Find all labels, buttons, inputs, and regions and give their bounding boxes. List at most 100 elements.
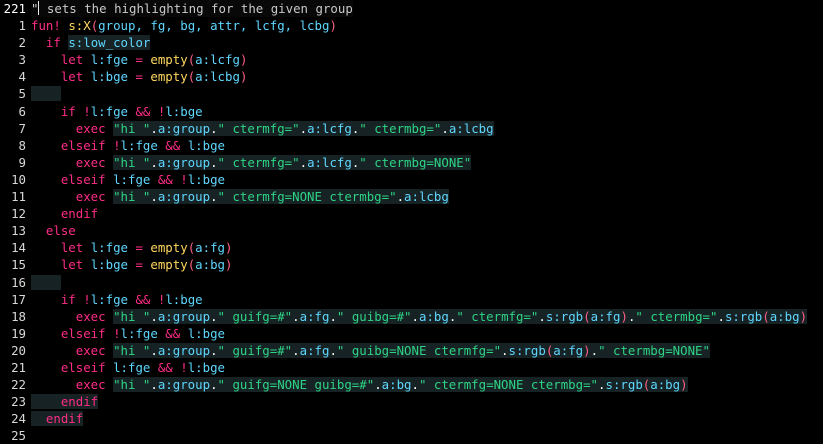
- code-token: l:bge: [187, 137, 225, 153]
- code-token: elseif: [31, 359, 114, 375]
- code-text[interactable]: endif: [31, 410, 84, 427]
- code-text[interactable]: exec "hi ".a:group." ctermfg=".a:lcfg." …: [31, 154, 472, 171]
- code-token: .: [150, 154, 158, 170]
- code-token: .: [441, 120, 449, 136]
- code-line[interactable]: 21 elseif l:fge && !l:bge: [0, 359, 823, 376]
- line-number: 13: [11, 223, 26, 239]
- line-number: 25: [11, 428, 26, 444]
- code-line[interactable]: 11 exec "hi ".a:group." ctermfg=NONE cte…: [0, 188, 823, 205]
- code-token: a:fg: [553, 342, 584, 358]
- line-number: 8: [18, 137, 26, 153]
- code-line[interactable]: 6 if !l:fge && !l:bge: [0, 103, 823, 120]
- code-token: l:bge: [187, 171, 225, 187]
- code-token: ): [225, 240, 233, 256]
- code-text[interactable]: [31, 274, 61, 291]
- code-token: .: [150, 342, 158, 358]
- code-token: l:bge: [90, 69, 128, 85]
- code-token: .: [396, 189, 405, 205]
- code-text[interactable]: elseif !l:fge && l:bge: [31, 325, 225, 342]
- code-token: .: [299, 154, 308, 170]
- code-text[interactable]: let l:bge = empty(a:bg): [31, 256, 233, 273]
- line-number: 7: [18, 120, 26, 136]
- line-number: 3: [18, 52, 26, 68]
- code-token: " ctermbg=NONE": [359, 154, 472, 170]
- code-text[interactable]: exec "hi ".a:group." guifg=#".a:fg." gui…: [31, 308, 808, 325]
- code-token: [31, 86, 61, 102]
- code-line[interactable]: 13 else: [0, 222, 823, 239]
- code-line[interactable]: 24 endif: [0, 410, 823, 427]
- code-token: elseif: [31, 325, 114, 341]
- code-token: fun!: [31, 18, 69, 34]
- line-number: 20: [11, 342, 26, 358]
- code-text[interactable]: exec "hi ".a:group." ctermfg=".a:lcfg." …: [31, 120, 494, 137]
- code-line[interactable]: 18 exec "hi ".a:group." guifg=#".a:fg." …: [0, 308, 823, 325]
- code-token: l:fge: [113, 171, 151, 187]
- code-token: a:lcbg: [195, 69, 240, 85]
- code-token: .: [150, 189, 158, 205]
- code-line[interactable]: 16: [0, 274, 823, 291]
- code-line[interactable]: 14 let l:fge = empty(a:fg): [0, 239, 823, 256]
- code-token: " ctermfg=NONE ctermbg=": [217, 189, 397, 205]
- code-text[interactable]: let l:bge = empty(a:lcbg): [31, 68, 248, 85]
- code-line[interactable]: 5: [0, 85, 823, 102]
- code-text[interactable]: elseif l:fge && !l:bge: [31, 359, 225, 376]
- code-text[interactable]: if !l:fge && !l:bge: [31, 291, 203, 308]
- code-text[interactable]: if s:low_color: [31, 34, 151, 51]
- code-editor[interactable]: 221 " sets the highlighting for the given…: [0, 0, 823, 443]
- code-line[interactable]: 20 exec "hi ".a:group." guifg=#".a:fg." …: [0, 342, 823, 359]
- code-line[interactable]: 8 elseif !l:fge && l:bge: [0, 137, 823, 154]
- code-text[interactable]: [31, 85, 61, 102]
- code-token: l:fge: [120, 325, 158, 341]
- code-token: &&: [128, 103, 158, 119]
- code-token: a:group: [157, 377, 211, 393]
- code-token: !: [180, 171, 188, 187]
- code-line[interactable]: 1 fun! s:X(group, fg, bg, attr, lcfg, lcb…: [0, 17, 823, 34]
- code-text[interactable]: elseif !l:fge && l:bge: [31, 137, 225, 154]
- code-token: " ctermfg=NONE ctermbg=": [418, 377, 599, 393]
- code-text[interactable]: endif: [31, 393, 99, 410]
- code-text[interactable]: let l:fge = empty(a:lcfg): [31, 51, 248, 68]
- code-text[interactable]: endif: [31, 205, 98, 222]
- code-token: " ctermfg=": [456, 308, 539, 324]
- code-text[interactable]: exec "hi ".a:group." ctermfg=NONE ctermb…: [31, 188, 449, 205]
- code-line[interactable]: 22 exec "hi ".a:group." guifg=NONE guibg…: [0, 376, 823, 393]
- code-token: .: [150, 120, 158, 136]
- code-line[interactable]: 10 elseif l:fge && !l:bge: [0, 171, 823, 188]
- code-text[interactable]: elseif l:fge && !l:bge: [31, 171, 225, 188]
- code-token: l:fge: [120, 137, 158, 153]
- code-text[interactable]: exec "hi ".a:group." guifg=#".a:fg." gui…: [31, 342, 710, 359]
- code-line[interactable]: 25: [0, 427, 823, 444]
- code-line[interactable]: 4 let l:bge = empty(a:lcbg): [0, 68, 823, 85]
- code-line[interactable]: 7 exec "hi ".a:group." ctermfg=".a:lcfg.…: [0, 120, 823, 137]
- code-text[interactable]: else: [31, 222, 76, 239]
- code-token: "hi ": [113, 189, 151, 205]
- code-line[interactable]: 9 exec "hi ".a:group." ctermfg=".a:lcfg.…: [0, 154, 823, 171]
- code-line[interactable]: 3 let l:fge = empty(a:lcfg): [0, 51, 823, 68]
- code-token: empty: [150, 257, 188, 273]
- code-text[interactable]: exec "hi ".a:group." guifg=NONE guibg=#"…: [31, 376, 688, 393]
- code-token: a:lcfg: [307, 154, 352, 170]
- code-line[interactable]: 19 elseif !l:fge && l:bge: [0, 325, 823, 342]
- code-token: .: [374, 377, 382, 393]
- code-line[interactable]: 17 if !l:fge && !l:bge: [0, 291, 823, 308]
- code-token: a:fg: [590, 308, 621, 324]
- code-line[interactable]: 15 let l:bge = empty(a:bg): [0, 256, 823, 273]
- line-number: 19: [11, 325, 26, 341]
- code-token: .: [501, 342, 509, 358]
- code-line[interactable]: 2 if s:low_color: [0, 34, 823, 51]
- code-token: " ctermbg=NONE": [598, 342, 710, 358]
- code-text[interactable]: let l:fge = empty(a:fg): [31, 239, 233, 256]
- current-code-line[interactable]: 221 " sets the highlighting for the given…: [0, 0, 823, 18]
- code-text[interactable]: " sets the highlighting for the given gr…: [31, 0, 353, 18]
- code-line[interactable]: 12 endif: [0, 205, 823, 222]
- code-token: ": [31, 1, 39, 16]
- code-token: a:bg: [650, 377, 681, 393]
- code-token: "hi ": [113, 154, 151, 170]
- code-text[interactable]: fun! s:X(group, fg, bg, attr, lcfg, lcbg…: [31, 17, 337, 34]
- line-number: 16: [11, 274, 26, 290]
- code-token: a:bg: [769, 308, 800, 324]
- code-line[interactable]: 23 endif: [0, 393, 823, 410]
- code-token: s:low_color: [68, 35, 151, 51]
- code-text[interactable]: if !l:fge && !l:bge: [31, 103, 203, 120]
- code-token: &&: [150, 171, 181, 187]
